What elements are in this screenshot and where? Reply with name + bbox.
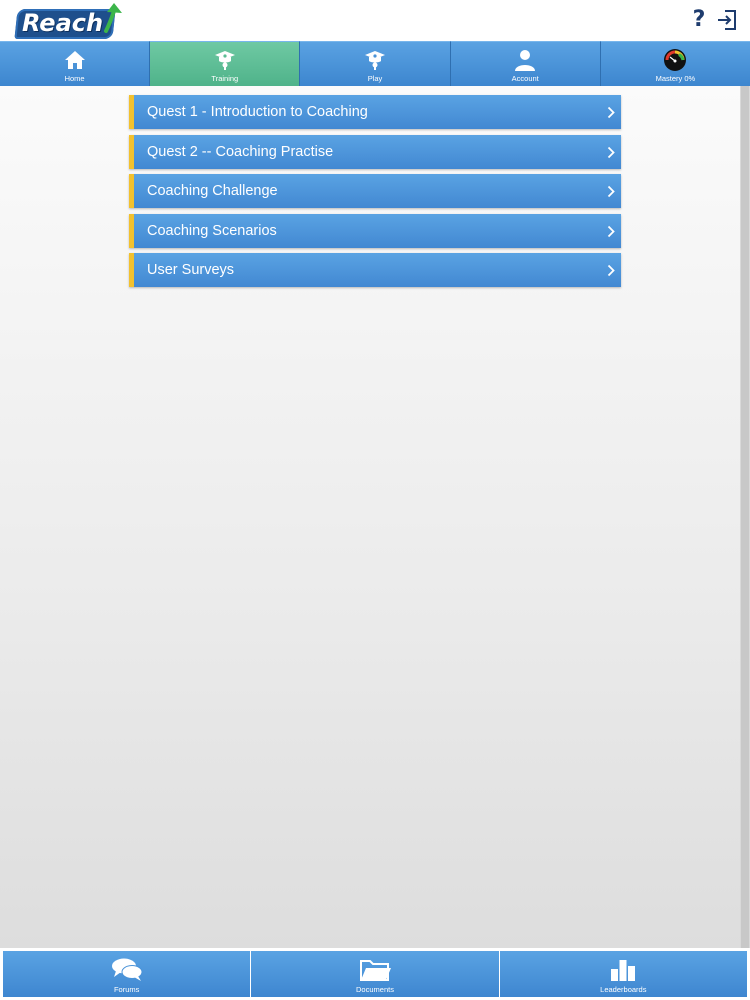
graduation-icon (365, 51, 385, 70)
chevron-right-icon (607, 185, 615, 198)
nav-play[interactable]: Play (300, 41, 451, 86)
nav-training[interactable]: Training (150, 41, 301, 86)
nav-leaderboards-label: Leaderboards (600, 985, 647, 994)
menu-item-label: Quest 2 -- Coaching Practise (147, 143, 334, 160)
nav-play-label: Play (367, 74, 383, 83)
scrollbar-thumb[interactable] (741, 86, 749, 948)
logout-icon[interactable] (716, 9, 738, 31)
nav-home[interactable]: Home (0, 41, 151, 86)
app-header: Reach ? (0, 0, 750, 41)
reach-logo[interactable]: Reach (14, 3, 126, 39)
menu-item-quest-1[interactable]: Quest 1 - Introduction to Coaching (129, 95, 621, 129)
chevron-right-icon (607, 106, 615, 119)
menu-item-label: Quest 1 - Introduction to Coaching (147, 104, 368, 120)
nav-mastery[interactable]: Mastery 0% (600, 41, 750, 86)
nav-account-label: Account (511, 74, 539, 83)
nav-forums-label: Forums (113, 985, 140, 994)
menu-item-label: Coaching Scenarios (147, 222, 277, 239)
user-icon (515, 50, 536, 71)
home-icon (64, 51, 85, 69)
nav-leaderboards[interactable]: Leaderboards (499, 951, 747, 997)
graduation-icon (214, 51, 235, 70)
nav-home-label: Home (64, 74, 85, 83)
nav-training-label: Training (211, 74, 239, 83)
logo-arrow-icon (104, 3, 122, 33)
nav-documents-label: Documents (356, 985, 394, 994)
menu-item-label: Coaching Challenge (147, 183, 278, 199)
top-navigation: Home Training Play Account Mastery 0% (0, 41, 750, 86)
bar-chart-icon (611, 960, 636, 981)
chat-bubbles-icon (111, 958, 143, 981)
menu-item-coaching-scenarios[interactable]: Coaching Scenarios (129, 213, 621, 248)
menu-item-coaching-challenge[interactable]: Coaching Challenge (129, 174, 621, 208)
menu-item-quest-2[interactable]: Quest 2 -- Coaching Practise (129, 134, 621, 169)
folder-icon (359, 960, 391, 981)
nav-account[interactable]: Account (450, 41, 601, 86)
menu-item-label: User Surveys (147, 262, 235, 278)
main-content: Quest 1 - Introduction to Coaching Quest… (0, 86, 740, 948)
nav-forums[interactable]: Forums (3, 951, 252, 997)
chevron-right-icon (607, 146, 615, 158)
chevron-right-icon (607, 264, 615, 277)
training-menu-list: Quest 1 - Introduction to Coaching Quest… (129, 95, 621, 293)
chevron-right-icon (607, 225, 615, 237)
bottom-navigation: Forums Documents Leaderboards (0, 948, 750, 1000)
menu-item-user-surveys[interactable]: User Surveys (129, 253, 621, 287)
nav-mastery-label: Mastery 0% (655, 74, 696, 83)
gauge-icon (664, 49, 687, 71)
scrollbar[interactable] (740, 86, 750, 948)
help-icon[interactable]: ? (689, 7, 709, 33)
logo-text: Reach (22, 9, 104, 37)
nav-documents[interactable]: Documents (251, 951, 500, 997)
